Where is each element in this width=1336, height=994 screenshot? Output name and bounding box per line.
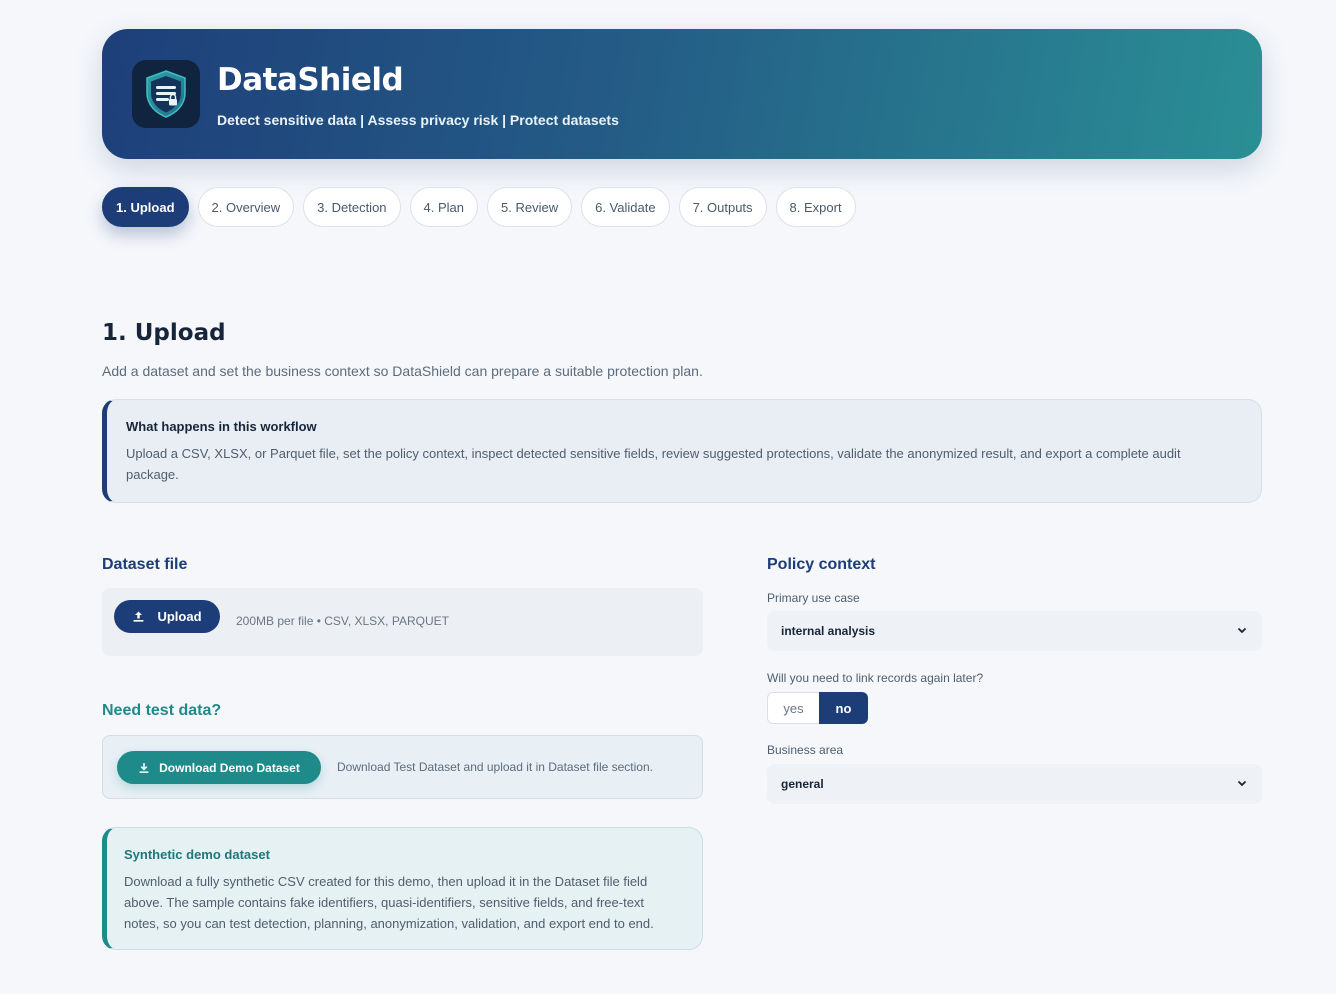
app-title: DataShield (217, 62, 404, 98)
chevron-down-icon (1237, 780, 1247, 787)
business-area-value: general (781, 777, 824, 791)
business-area-select[interactable]: general (767, 764, 1262, 804)
demo-download-panel: Download Demo Dataset Download Test Data… (102, 735, 703, 799)
use-case-select[interactable]: internal analysis (767, 611, 1262, 651)
tab-export[interactable]: 8. Export (775, 187, 856, 227)
upload-icon (133, 611, 144, 622)
synthetic-dataset-callout: Synthetic demo dataset Download a fully … (102, 827, 703, 950)
chevron-down-icon (1237, 627, 1247, 634)
dataset-file-heading: Dataset file (102, 556, 188, 573)
link-records-toggle: yes no (767, 692, 868, 724)
page-title: 1. Upload (102, 320, 226, 346)
demo-download-hint: Download Test Dataset and upload it in D… (337, 760, 653, 774)
business-area-label: Business area (767, 743, 844, 757)
link-records-yes[interactable]: yes (767, 692, 819, 724)
header-banner: DataShield Detect sensitive data | Asses… (102, 29, 1262, 159)
workflow-info-callout: What happens in this workflow Upload a C… (102, 399, 1262, 503)
link-records-no[interactable]: no (819, 692, 868, 724)
tab-overview[interactable]: 2. Overview (197, 187, 295, 227)
test-data-heading: Need test data? (102, 702, 222, 719)
policy-context-heading: Policy context (767, 556, 876, 573)
synthetic-dataset-title: Synthetic demo dataset (124, 847, 270, 862)
use-case-value: internal analysis (781, 624, 876, 638)
upload-hint: 200MB per file • CSV, XLSX, PARQUET (236, 614, 449, 628)
tab-upload[interactable]: 1. Upload (102, 187, 189, 227)
upload-button-label: Upload (157, 609, 202, 624)
download-icon (139, 762, 149, 773)
tab-validate[interactable]: 6. Validate (581, 187, 670, 227)
tab-detection[interactable]: 3. Detection (303, 187, 401, 227)
tab-outputs[interactable]: 7. Outputs (678, 187, 767, 227)
tab-review[interactable]: 5. Review (487, 187, 573, 227)
page-description: Add a dataset and set the business conte… (102, 363, 703, 379)
workflow-info-body: Upload a CSV, XLSX, or Parquet file, set… (126, 446, 1181, 482)
use-case-label: Primary use case (767, 591, 860, 605)
workflow-info-title: What happens in this workflow (126, 419, 317, 434)
link-records-label: Will you need to link records again late… (767, 671, 984, 685)
shield-document-lock-icon (132, 60, 200, 128)
tab-plan[interactable]: 4. Plan (409, 187, 479, 227)
file-uploader-dropzone[interactable]: Upload 200MB per file • CSV, XLSX, PARQU… (102, 588, 703, 656)
workflow-tabs: 1. Upload 2. Overview 3. Detection 4. Pl… (102, 187, 856, 227)
app-subtitle: Detect sensitive data | Assess privacy r… (217, 112, 619, 128)
upload-button[interactable]: Upload (114, 600, 220, 633)
download-demo-button[interactable]: Download Demo Dataset (117, 751, 321, 784)
download-demo-button-label: Download Demo Dataset (159, 760, 300, 775)
synthetic-dataset-body: Download a fully synthetic CSV created f… (124, 874, 654, 931)
